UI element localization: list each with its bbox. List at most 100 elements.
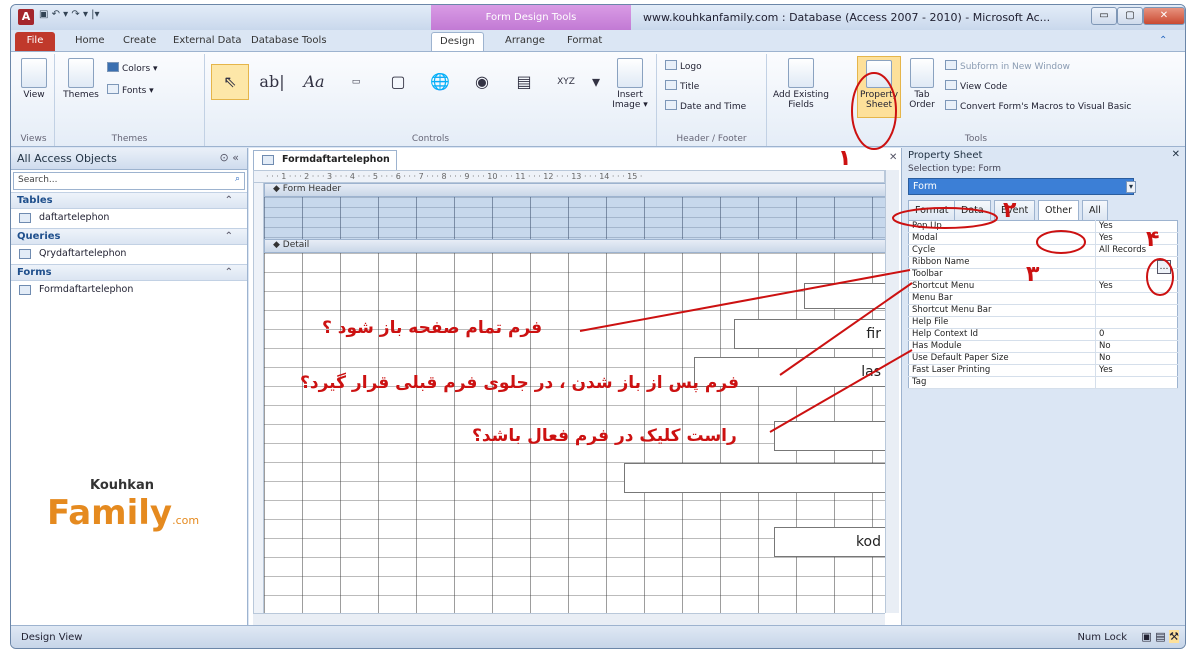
property-value[interactable]: Yes xyxy=(1095,220,1178,233)
tab-create[interactable]: Create xyxy=(115,32,164,51)
tab-home[interactable]: Home xyxy=(67,32,113,51)
property-value[interactable]: Yes xyxy=(1095,232,1178,245)
property-name: Help File xyxy=(908,316,1096,329)
convert-macros-button[interactable]: Convert Form's Macros to Visual Basic xyxy=(945,100,1131,112)
tab-design[interactable]: Design xyxy=(431,32,484,51)
colors-button[interactable]: Colors ▾ xyxy=(107,62,158,74)
logo-button[interactable]: Logo xyxy=(665,60,702,72)
textbox-icon[interactable]: ab| xyxy=(253,64,291,100)
property-row[interactable]: Use Default Paper Size No xyxy=(908,352,1178,365)
property-name: Help Context Id xyxy=(908,328,1096,341)
property-row[interactable]: Shortcut Menu Yes xyxy=(908,280,1178,293)
tab-other-props[interactable]: Other xyxy=(1038,200,1079,221)
tab-order-button[interactable]: Tab Order xyxy=(907,58,937,110)
property-value[interactable] xyxy=(1095,316,1178,329)
nav-item-query[interactable]: Qrydaftartelephon xyxy=(11,245,247,264)
vertical-scrollbar[interactable] xyxy=(885,170,899,613)
tab-database-tools[interactable]: Database Tools xyxy=(243,32,335,51)
view-switcher-icons[interactable]: ▣ ▤ ⚒ xyxy=(1141,630,1179,643)
maximize-button[interactable]: ▢ xyxy=(1117,7,1143,25)
date-time-button[interactable]: Date and Time xyxy=(665,100,746,112)
nav-group-queries[interactable]: Queries ⌃ xyxy=(11,228,247,245)
property-row[interactable]: Menu Bar xyxy=(908,292,1178,305)
title-button[interactable]: Title xyxy=(665,80,699,92)
property-row[interactable]: Cycle All Records xyxy=(908,244,1178,257)
property-value[interactable]: All Records xyxy=(1095,244,1178,257)
detail-bar[interactable]: ◆ Detail xyxy=(264,239,885,253)
object-selector-combo[interactable]: Form ▾ xyxy=(908,178,1136,195)
property-name: Shortcut Menu Bar xyxy=(908,304,1096,317)
quick-access-toolbar[interactable]: ▣ ↶ ▾ ↷ ▾ |▾ xyxy=(39,9,100,25)
nav-collapse-icon[interactable]: ⊙ « xyxy=(220,151,239,164)
property-row[interactable]: Modal Yes xyxy=(908,232,1178,245)
property-value[interactable]: Yes xyxy=(1095,280,1178,293)
form-header-bar[interactable]: ◆ Form Header xyxy=(264,183,885,197)
select-icon[interactable]: ⇖ xyxy=(211,64,249,100)
textbox-blank[interactable] xyxy=(774,421,885,451)
property-row[interactable]: Shortcut Menu Bar xyxy=(908,304,1178,317)
property-row[interactable]: Ribbon Name xyxy=(908,256,1178,269)
tab-arrange[interactable]: Arrange xyxy=(497,32,553,51)
chevron-down-icon[interactable]: ▾ xyxy=(1126,181,1136,193)
property-sheet-button[interactable]: Property Sheet xyxy=(857,56,901,118)
label-icon[interactable]: Aa xyxy=(295,64,333,100)
close-document-icon[interactable]: ✕ xyxy=(889,152,897,163)
property-row[interactable]: Pop Up Yes xyxy=(908,220,1178,233)
controls-gallery[interactable]: ⇖ ab| Aa ▭ ▢ 🌐 ◉ ▤ XYZ ▾ xyxy=(211,60,631,106)
subform-button[interactable]: Subform in New Window xyxy=(945,60,1070,72)
navigation-control-icon[interactable]: ▤ xyxy=(505,64,543,100)
nav-header[interactable]: All Access Objects ⊙ « xyxy=(11,148,247,170)
property-row[interactable]: Has Module No xyxy=(908,340,1178,353)
property-value[interactable]: No xyxy=(1095,340,1178,353)
button-icon[interactable]: ▭ xyxy=(337,64,375,100)
property-value[interactable] xyxy=(1095,376,1178,389)
property-value[interactable] xyxy=(1095,292,1178,305)
nav-item-form[interactable]: Formdaftartelephon xyxy=(11,281,247,300)
web-browser-icon[interactable]: ◉ xyxy=(463,64,501,100)
property-row[interactable]: Help Context Id 0 xyxy=(908,328,1178,341)
tab-control-icon[interactable]: ▢ xyxy=(379,64,417,100)
property-row[interactable]: Help File xyxy=(908,316,1178,329)
control-box[interactable] xyxy=(804,283,885,309)
document-tab[interactable]: Formdaftartelephon xyxy=(253,150,397,170)
property-row[interactable]: Toolbar xyxy=(908,268,1178,281)
minimize-button[interactable]: ▭ xyxy=(1091,7,1117,25)
property-row[interactable]: Tag xyxy=(908,376,1178,389)
property-value[interactable]: Yes xyxy=(1095,364,1178,377)
nav-search-input[interactable]: Search... ⌕ xyxy=(13,172,245,190)
help-icon[interactable]: ⌃ ❓ xyxy=(1151,32,1185,64)
tab-format[interactable]: Format xyxy=(559,32,610,51)
gallery-scroll-icon[interactable]: ▾ xyxy=(589,64,603,100)
view-code-button[interactable]: View Code xyxy=(945,80,1007,92)
property-value[interactable]: 0 xyxy=(1095,328,1178,341)
hyperlink-icon[interactable]: 🌐 xyxy=(421,64,459,100)
close-icon[interactable]: ✕ xyxy=(1172,149,1180,160)
tab-file[interactable]: File xyxy=(15,32,55,51)
textbox-wide[interactable] xyxy=(624,463,885,493)
search-icon[interactable]: ⌕ xyxy=(235,174,240,184)
design-grid[interactable]: ◆ Form Header ◆ Detail fir las kod xyxy=(253,183,885,613)
form-header-section[interactable] xyxy=(264,197,885,239)
nav-group-tables[interactable]: Tables ⌃ xyxy=(11,192,247,209)
view-button[interactable]: View xyxy=(17,58,51,100)
access-app-icon[interactable]: A xyxy=(18,9,34,25)
property-value[interactable] xyxy=(1095,304,1178,317)
builder-button[interactable]: … xyxy=(1157,260,1171,274)
close-button[interactable]: ✕ xyxy=(1143,7,1185,25)
option-group-icon[interactable]: XYZ xyxy=(547,64,585,100)
textbox-kod[interactable]: kod xyxy=(774,527,885,557)
tab-external-data[interactable]: External Data xyxy=(165,32,250,51)
property-value[interactable]: No xyxy=(1095,352,1178,365)
nav-item-table[interactable]: daftartelephon xyxy=(11,209,247,228)
tab-all-props[interactable]: All xyxy=(1082,200,1108,220)
fonts-button[interactable]: Fonts ▾ xyxy=(107,84,154,96)
themes-button[interactable]: Themes xyxy=(61,58,101,100)
tab-format-props[interactable]: Format xyxy=(908,200,956,220)
horizontal-scrollbar[interactable] xyxy=(253,613,885,625)
property-row[interactable]: Fast Laser Printing Yes xyxy=(908,364,1178,377)
tab-data-props[interactable]: Data xyxy=(954,200,991,220)
add-existing-fields-button[interactable]: Add Existing Fields xyxy=(771,58,831,110)
insert-image-button[interactable]: Insert Image ▾ xyxy=(607,58,653,110)
nav-group-forms[interactable]: Forms ⌃ xyxy=(11,264,247,281)
textbox-first[interactable]: fir xyxy=(734,319,885,349)
